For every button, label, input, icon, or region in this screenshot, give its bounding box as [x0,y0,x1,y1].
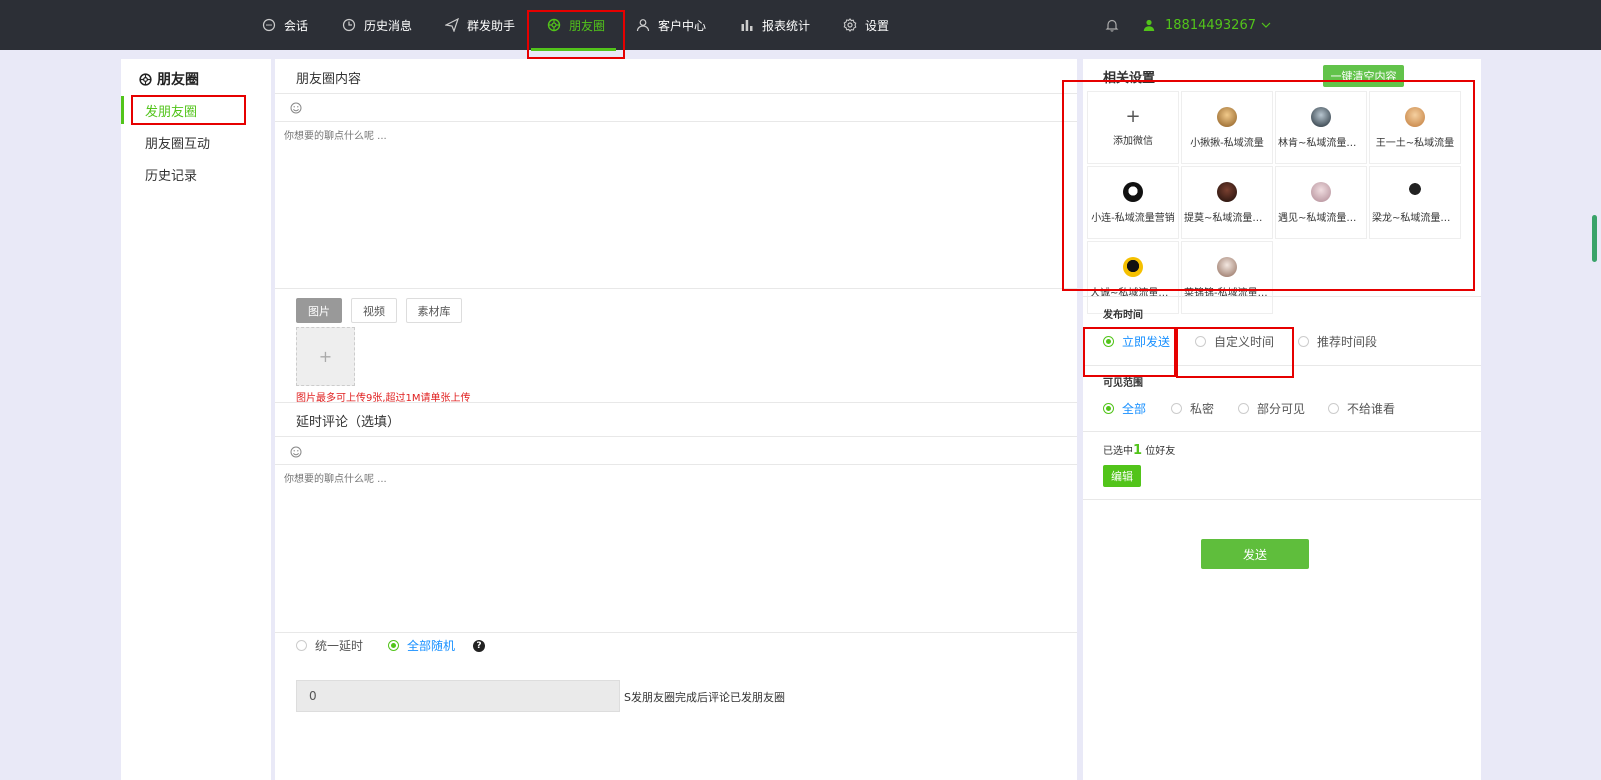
radio-label: 私密 [1190,402,1215,416]
send-button[interactable]: 发送 [1201,539,1309,569]
divider [275,402,1077,403]
radio-recommended-period[interactable]: 推荐时间段 [1298,333,1377,350]
nav-label: 客户中心 [658,18,707,33]
selected-suffix: 位好友 [1145,446,1176,457]
nav-item-broadcast[interactable]: 群发助手 [445,0,515,50]
nav-item-chat[interactable]: 会话 [262,0,308,50]
nav-item-customers[interactable]: 客户中心 [636,0,706,50]
moments-editor: 朋友圈内容 图片 视频 素材库 + 图片最多可上传9张,超过1M请单张上传 延时… [275,59,1077,780]
sidebar-title-text: 朋友圈 [157,72,199,88]
radio-circle[interactable] [1103,403,1114,414]
radio-circle[interactable] [388,640,399,651]
nav-label: 历史消息 [364,18,413,33]
sidebar-item-moments-interaction[interactable]: 朋友圈互动 [145,133,210,152]
delay-comment-input[interactable] [283,466,1068,626]
nav-label: 报表统计 [762,18,811,33]
divider [275,632,1077,633]
divider [275,121,1077,122]
highlight-box [1062,80,1475,291]
radio-label: 全部 [1122,402,1147,416]
radio-circle[interactable] [1298,336,1309,347]
send-icon [445,18,459,32]
radio-visible-partial[interactable]: 部分可见 [1238,400,1305,417]
delay-suffix-text: S发朋友圈完成后评论已发朋友圈 [624,691,785,704]
sidebar-item-history[interactable]: 历史记录 [145,165,197,184]
radio-circle[interactable] [296,640,307,651]
user-icon [1143,19,1155,31]
nav-label: 群发助手 [467,18,516,33]
highlight-box [1176,327,1294,378]
radio-visible-all[interactable]: 全部 [1103,400,1146,417]
tab-video[interactable]: 视频 [351,298,397,323]
top-nav-bar: 会话 历史消息 群发助手 朋友圈 客户中心 报表统计 设置 1881449326… [0,0,1601,51]
scrollbar-thumb[interactable] [1592,215,1597,262]
plus-icon: + [318,347,333,366]
radio-label: 部分可见 [1257,402,1306,416]
radio-all-random[interactable]: 全部随机 ? [388,637,486,654]
delay-seconds-input[interactable] [296,680,620,712]
user-icon [636,19,650,32]
chat-icon [262,18,276,32]
emoji-icon[interactable] [290,102,302,114]
highlight-box [131,95,246,125]
highlight-box [1083,327,1176,377]
selected-count: 1 [1133,443,1143,458]
divider [1083,499,1481,500]
clock-icon [342,18,356,32]
highlight-box [527,10,625,59]
nav-label: 设置 [865,18,890,33]
nav-item-history[interactable]: 历史消息 [342,0,412,50]
image-upload-button[interactable]: + [296,327,355,386]
radio-circle[interactable] [1171,403,1182,414]
edit-button[interactable]: 编辑 [1103,465,1141,487]
radio-label: 推荐时间段 [1317,335,1378,349]
emoji-icon[interactable] [290,446,302,458]
selected-prefix: 已选中 [1103,446,1133,457]
radio-visible-exclude[interactable]: 不给谁看 [1328,400,1395,417]
sidebar-active-indicator [121,96,124,124]
divider [275,288,1077,289]
nav-label: 会话 [284,18,309,33]
divider [275,436,1077,437]
user-phone: 18814493267 [1165,17,1256,33]
gear-icon [843,18,857,32]
moments-icon [139,72,152,86]
bell-icon[interactable] [1105,18,1119,32]
content-section-title: 朋友圈内容 [296,72,362,87]
divider [1083,431,1481,432]
radio-label: 全部随机 [407,639,456,653]
radio-label: 不给谁看 [1347,402,1396,416]
chevron-down-icon [1261,22,1271,28]
tab-image[interactable]: 图片 [296,298,342,323]
help-icon[interactable]: ? [473,639,486,652]
radio-circle[interactable] [1238,403,1249,414]
radio-visible-private[interactable]: 私密 [1171,400,1214,417]
nav-item-settings[interactable]: 设置 [843,0,889,50]
delay-comment-title: 延时评论（选填） [296,415,401,430]
user-account-menu[interactable]: 18814493267 [1143,0,1271,50]
divider [275,464,1077,465]
radio-uniform-delay[interactable]: 统一延时 [296,637,363,654]
moments-content-input[interactable] [283,123,1068,283]
sidebar-title: 朋友圈 [139,69,199,89]
divider [275,93,1077,94]
publish-time-label: 发布时间 [1103,310,1143,321]
nav-item-reports[interactable]: 报表统计 [740,0,810,50]
radio-circle[interactable] [1328,403,1339,414]
bar-chart-icon [741,20,753,31]
tab-material-library[interactable]: 素材库 [406,298,462,323]
sidebar: 朋友圈 发朋友圈 朋友圈互动 历史记录 [121,59,271,780]
divider [1083,296,1481,297]
selected-friends-text: 已选中1 位好友 [1103,442,1175,458]
radio-label: 统一延时 [315,639,364,653]
